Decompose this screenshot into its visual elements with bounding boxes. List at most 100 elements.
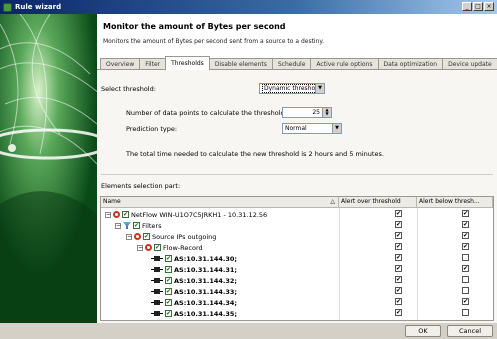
element-checkbox[interactable]: ✔ <box>165 255 172 262</box>
tree-node: − ✔ Flow-Record <box>137 242 203 253</box>
alert-below-checkbox[interactable]: ✔ <box>462 298 469 305</box>
element-checkbox[interactable]: ✔ <box>143 233 150 240</box>
dialog-footer: OK Cancel <box>0 323 497 339</box>
table-row[interactable]: − ✔ Source IPs outgoing ✔ ✔ <box>101 231 493 242</box>
alert-below-checkbox[interactable]: ✔ <box>462 232 469 239</box>
element-name: NetFlow WIN-U1O7C5JRKH1 - 10.31.12.56 <box>131 210 268 219</box>
table-row[interactable]: ✔ AS:10.31.144.35; ✔ <box>101 308 493 319</box>
abstract-swirl-graphic <box>0 14 97 323</box>
table-row[interactable]: − ✔ Filters ✔ ✔ <box>101 220 493 231</box>
sort-icon: △ <box>330 198 335 205</box>
alert-over-checkbox[interactable]: ✔ <box>395 265 402 272</box>
element-checkbox[interactable]: ✔ <box>165 266 172 273</box>
alert-below-checkbox[interactable] <box>462 276 469 283</box>
table-row[interactable]: − ✔ Flow-Record ✔ ✔ <box>101 242 493 253</box>
element-name: AS:10.31.144.30; <box>174 254 238 263</box>
source-ip-icon <box>134 233 141 240</box>
cancel-button[interactable]: Cancel <box>447 325 493 337</box>
elements-grid: Name △ Alert over threshold Alert below … <box>100 196 494 321</box>
element-name: Filters <box>142 221 162 230</box>
alert-below-checkbox[interactable]: ✔ <box>462 243 469 250</box>
wizard-banner-image <box>0 14 97 323</box>
network-host-icon <box>151 266 163 273</box>
window-title: Rule wizard <box>15 3 62 11</box>
alert-below-checkbox[interactable]: ✔ <box>462 210 469 217</box>
network-host-icon <box>151 277 163 284</box>
tree-node: ✔ AS:10.31.144.32; <box>151 275 237 286</box>
tree-node: ✔ AS:10.31.144.31; <box>151 264 237 275</box>
spin-down-icon[interactable]: ▼ <box>323 112 331 116</box>
maximize-button[interactable]: □ <box>473 2 483 11</box>
table-row[interactable]: ✔ AS:10.31.144.33; ✔ <box>101 286 493 297</box>
element-name: AS:10.31.144.32; <box>174 276 238 285</box>
element-checkbox[interactable]: ✔ <box>165 310 172 317</box>
element-checkbox[interactable]: ✔ <box>122 211 129 218</box>
alert-over-checkbox[interactable]: ✔ <box>395 232 402 239</box>
tree-node: − ✔ Filters <box>115 220 161 231</box>
page-title: Monitor the amount of Bytes per second <box>103 22 286 31</box>
table-row[interactable]: ✔ AS:10.31.144.31; ✔ ✔ <box>101 264 493 275</box>
network-host-icon <box>151 255 163 262</box>
element-checkbox[interactable]: ✔ <box>154 244 161 251</box>
threshold-type-select[interactable]: Dynamic threshold ▼ <box>259 83 325 94</box>
alert-over-checkbox[interactable]: ✔ <box>395 210 402 217</box>
wizard-main: Monitor the amount of Bytes per second M… <box>97 14 497 323</box>
grid-header: Name △ Alert over threshold Alert below … <box>101 197 493 208</box>
column-header-name[interactable]: Name △ <box>101 197 339 207</box>
collapse-icon[interactable]: − <box>105 211 111 218</box>
netflow-device-icon <box>113 211 120 218</box>
alert-below-checkbox[interactable] <box>462 254 469 261</box>
alert-over-checkbox[interactable]: ✔ <box>395 221 402 228</box>
column-header-alert-below[interactable]: Alert below thresh... <box>417 197 493 207</box>
table-row[interactable]: ✔ AS:10.31.144.30; ✔ <box>101 253 493 264</box>
prediction-type-value: Normal <box>285 125 307 132</box>
table-row[interactable]: ✔ AS:10.31.144.34; ✔ ✔ <box>101 297 493 308</box>
element-checkbox[interactable]: ✔ <box>165 299 172 306</box>
threshold-type-value: Dynamic threshold <box>262 84 323 93</box>
alert-over-checkbox[interactable]: ✔ <box>395 276 402 283</box>
section-divider <box>101 174 493 175</box>
element-name: AS:10.31.144.33; <box>174 287 238 296</box>
tab-strip: Overview Filter Thresholds Disable eleme… <box>100 56 497 70</box>
alert-below-checkbox[interactable] <box>462 287 469 294</box>
ok-button[interactable]: OK <box>405 325 441 337</box>
alert-over-checkbox[interactable]: ✔ <box>395 298 402 305</box>
tree-node: ✔ AS:10.31.144.34; <box>151 297 237 308</box>
dropdown-arrow-icon[interactable]: ▼ <box>315 84 324 93</box>
spinner-buttons[interactable]: ▲ ▼ <box>322 108 331 117</box>
tree-node: ✔ AS:10.31.144.30; <box>151 253 237 264</box>
element-name: Source IPs outgoing <box>152 232 217 241</box>
element-checkbox[interactable]: ✔ <box>165 288 172 295</box>
table-row[interactable]: ✔ AS:10.31.144.32; ✔ <box>101 275 493 286</box>
flow-record-icon <box>145 244 152 251</box>
table-row[interactable]: − ✔ NetFlow WIN-U1O7C5JRKH1 - 10.31.12.5… <box>101 209 493 220</box>
app-icon <box>3 2 12 12</box>
datapoints-value: 25 <box>312 109 320 116</box>
collapse-icon[interactable]: − <box>115 222 121 229</box>
datapoints-spinner[interactable]: 25 ▲ ▼ <box>282 107 332 118</box>
alert-over-checkbox[interactable]: ✔ <box>395 287 402 294</box>
network-host-icon <box>151 310 163 317</box>
alert-below-checkbox[interactable]: ✔ <box>462 265 469 272</box>
tree-node: ✔ AS:10.31.144.33; <box>151 286 237 297</box>
element-checkbox[interactable]: ✔ <box>133 222 140 229</box>
alert-below-checkbox[interactable]: ✔ <box>462 221 469 228</box>
alert-over-checkbox[interactable]: ✔ <box>395 243 402 250</box>
collapse-icon[interactable]: − <box>126 233 132 240</box>
prediction-type-label: Prediction type: <box>126 125 178 133</box>
prediction-type-select[interactable]: Normal ▼ <box>282 123 342 134</box>
dropdown-arrow-icon[interactable]: ▼ <box>332 124 341 133</box>
alert-over-checkbox[interactable]: ✔ <box>395 254 402 261</box>
network-host-icon <box>151 288 163 295</box>
tree-node: ✔ AS:10.31.144.35; <box>151 308 237 319</box>
collapse-icon[interactable]: − <box>137 244 143 251</box>
column-header-alert-over[interactable]: Alert over threshold <box>339 197 417 207</box>
close-button[interactable]: × <box>484 2 494 11</box>
minimize-button[interactable]: _ <box>462 2 472 11</box>
tab-thresholds[interactable]: Thresholds <box>165 56 210 70</box>
window-controls: _ □ × <box>462 2 494 11</box>
column-name-label: Name <box>103 198 121 205</box>
alert-over-checkbox[interactable]: ✔ <box>395 309 402 316</box>
element-checkbox[interactable]: ✔ <box>165 277 172 284</box>
alert-below-checkbox[interactable] <box>462 309 469 316</box>
